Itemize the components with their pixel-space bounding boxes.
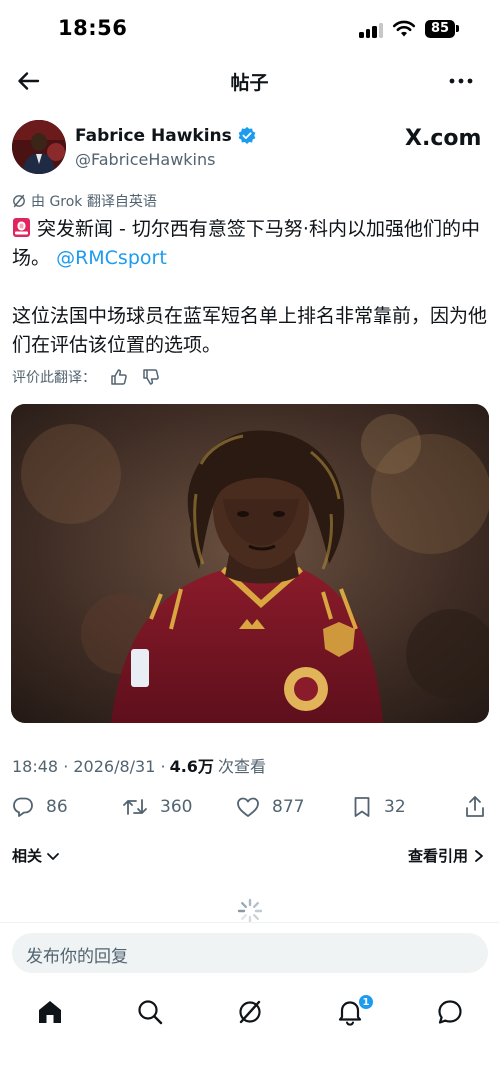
source-badge: X.com: [405, 126, 481, 151]
post-meta: 18:48 · 2026/8/31 · 4.6万 次查看: [12, 753, 266, 777]
reply-count: 86: [46, 797, 68, 817]
rate-translation-label: 评价此翻译：: [12, 370, 96, 386]
post-image[interactable]: [11, 404, 489, 723]
wifi-icon: [392, 20, 416, 37]
reply-placeholder: 发布你的回复: [26, 947, 128, 967]
translation-notice-text: 由 Grok 翻译自英语: [31, 194, 157, 210]
source-badge-text: X.com: [405, 126, 482, 151]
grok-icon: [13, 194, 25, 208]
view-quotes-label: 查看引用: [407, 847, 468, 865]
repost-icon: [123, 799, 147, 815]
more-icon[interactable]: [446, 69, 476, 93]
messages-icon[interactable]: [436, 998, 464, 1026]
mention-link[interactable]: @RMCsport: [56, 247, 167, 269]
post-paragraph-1: 突发新闻 - 切尔西有意签下马努·科内以加强他们的中场。 @RMCsport: [12, 215, 490, 273]
thumb-down-icon[interactable]: [142, 368, 160, 386]
translation-notice[interactable]: 由 Grok 翻译自英语: [12, 191, 157, 211]
home-icon[interactable]: [36, 998, 64, 1026]
bookmark-icon: [354, 797, 370, 817]
like-count: 877: [272, 797, 305, 817]
spinner-icon: [237, 898, 263, 924]
repost-count: 360: [160, 797, 193, 817]
status-bar: 18:56 85: [0, 0, 499, 56]
like-button[interactable]: 877: [236, 792, 304, 822]
view-quotes-link[interactable]: 查看引用: [408, 845, 486, 866]
bookmark-button[interactable]: 32: [352, 792, 406, 822]
battery-level: 85: [425, 20, 455, 38]
chevron-down-icon: [47, 852, 59, 860]
views-count: 4.6万: [169, 757, 214, 776]
post-header: 帖子: [0, 56, 499, 106]
related-label: 相关: [12, 847, 43, 865]
avatar[interactable]: [12, 120, 66, 174]
related-toggle[interactable]: 相关: [12, 845, 61, 866]
verified-icon: [238, 126, 256, 144]
repost-button[interactable]: 360: [122, 792, 192, 822]
page-title: 帖子: [230, 72, 269, 94]
views-label: 次查看: [217, 757, 266, 776]
chevron-right-icon: [475, 849, 483, 862]
status-time: 18:56: [58, 16, 128, 40]
reply-icon: [13, 797, 33, 817]
bottom-tab-bar: [0, 990, 499, 1040]
battery-tip: [456, 25, 459, 32]
post-actions: 86 360 877 32: [0, 792, 499, 824]
rotating-light-icon: [13, 218, 30, 237]
cellular-signal-icon: [359, 22, 385, 38]
bookmark-count: 32: [384, 797, 406, 817]
grok-tab-icon[interactable]: [236, 998, 264, 1026]
author-name-row[interactable]: Fabrice Hawkins: [75, 124, 257, 148]
divider: [0, 922, 499, 923]
reply-input[interactable]: 发布你的回复: [12, 933, 488, 973]
post-text-line-2: 这位法国中场球员在蓝军短名单上排名非常靠前，因为他们在评估该位置的选项。: [12, 305, 488, 356]
search-icon[interactable]: [136, 998, 164, 1026]
share-icon[interactable]: [464, 795, 486, 819]
author-name[interactable]: Fabrice Hawkins: [75, 126, 232, 146]
post-timestamp: 18:48 · 2026/8/31 ·: [12, 757, 166, 776]
notifications-badge: 1: [358, 994, 374, 1010]
post-body: 突发新闻 - 切尔西有意签下马努·科内以加强他们的中场。 @RMCsport 这…: [12, 215, 490, 360]
thumb-up-icon[interactable]: [110, 368, 128, 386]
rate-translation-row: 评价此翻译：: [12, 366, 160, 388]
author-handle[interactable]: @FabriceHawkins: [75, 150, 215, 169]
reply-button[interactable]: 86: [12, 792, 68, 822]
like-icon: [237, 797, 259, 817]
